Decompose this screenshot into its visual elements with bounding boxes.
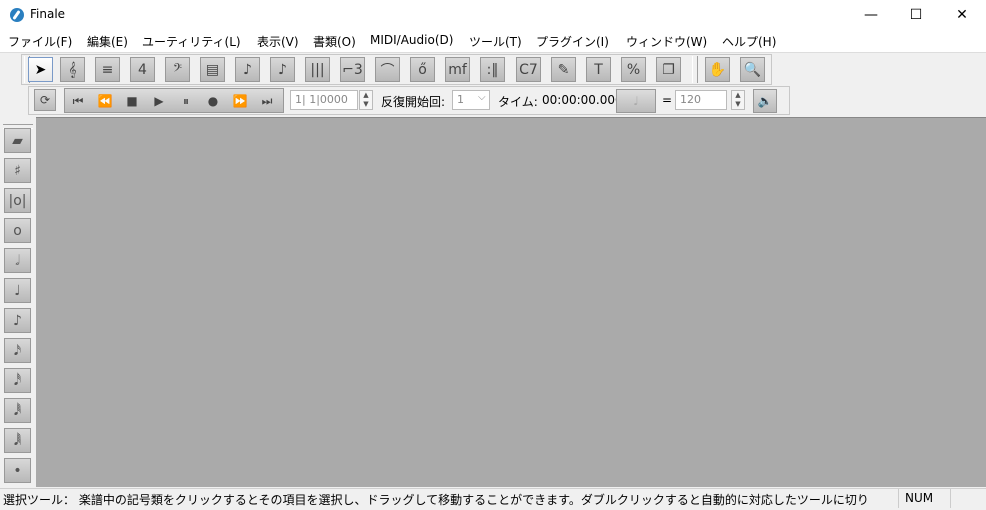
- time-signature-icon[interactable]: 4: [130, 57, 155, 82]
- eighth-note-icon[interactable]: ♪: [4, 308, 31, 333]
- time-value: 00:00:00.000: [542, 93, 623, 107]
- counter-spinner[interactable]: ▲ ▼: [359, 90, 373, 110]
- forward-end-icon[interactable]: ⏭: [255, 89, 279, 113]
- hyperscribe-icon[interactable]: |||: [305, 57, 330, 82]
- maximize-button[interactable]: ☐: [893, 0, 939, 30]
- whole-note-icon[interactable]: o: [4, 218, 31, 243]
- half-note-icon[interactable]: 𝅗𝅥: [4, 248, 31, 273]
- text-icon[interactable]: T: [586, 57, 611, 82]
- staff-icon[interactable]: ≡: [95, 57, 120, 82]
- toolbar-grip[interactable]: [692, 56, 698, 83]
- title-bar: [0, 0, 986, 30]
- rewind-icon[interactable]: ⏪: [93, 89, 117, 113]
- chevron-down-icon: ⌵: [478, 92, 486, 103]
- num-lock-indicator: NUM: [898, 489, 948, 508]
- window-title: Finale: [30, 7, 66, 21]
- menu-window[interactable]: ウィンドウ(W): [626, 33, 707, 50]
- repeat-start-label: 反復開始回:: [381, 95, 446, 109]
- rewind-start-icon[interactable]: ⏮: [66, 89, 90, 113]
- fast-forward-icon[interactable]: ⏩: [228, 89, 252, 113]
- breve-icon[interactable]: |o|: [4, 188, 31, 213]
- tuplet-icon[interactable]: ⌐3: [340, 57, 365, 82]
- eraser-icon[interactable]: ▰: [4, 128, 31, 153]
- loop-icon[interactable]: ⟳: [34, 89, 56, 111]
- tempo-field[interactable]: 120: [675, 90, 727, 110]
- smart-shape-icon[interactable]: ⌒: [375, 57, 400, 82]
- lyrics-icon[interactable]: ✎: [551, 57, 576, 82]
- expression-icon[interactable]: mf: [445, 57, 470, 82]
- zoom-icon[interactable]: 🔍: [740, 57, 765, 82]
- play-icon[interactable]: ▶: [147, 89, 171, 113]
- measure-counter-field[interactable]: 1| 1|0000: [290, 90, 358, 110]
- page-layout-icon[interactable]: ❐: [656, 57, 681, 82]
- time-label: タイム:: [498, 95, 538, 109]
- dot-icon[interactable]: •: [4, 458, 31, 483]
- treble-clef-icon[interactable]: 𝄞: [60, 57, 85, 82]
- sixty-fourth-note-icon[interactable]: 𝅘𝅥𝅱: [4, 398, 31, 423]
- hand-grabber-icon[interactable]: ✋: [705, 57, 730, 82]
- repeat-icon[interactable]: :‖: [480, 57, 505, 82]
- menu-file[interactable]: ファイル(F): [8, 33, 72, 50]
- bass-clef-icon[interactable]: 𝄢: [165, 57, 190, 82]
- pause-icon[interactable]: ⏸: [174, 89, 198, 113]
- menu-plugins[interactable]: プラグイン(I): [536, 33, 609, 50]
- record-icon[interactable]: ●: [201, 89, 225, 113]
- menu-tools[interactable]: ツール(T): [469, 33, 522, 50]
- equals-sign: =: [662, 93, 673, 107]
- menu-view[interactable]: 表示(V): [257, 33, 299, 50]
- sixteenth-note-icon[interactable]: 𝅘𝅥𝅯: [4, 338, 31, 363]
- mass-edit-icon[interactable]: %: [621, 57, 646, 82]
- thirty-second-note-icon[interactable]: 𝅘𝅥𝅰: [4, 368, 31, 393]
- menu-help[interactable]: ヘルプ(H): [722, 33, 776, 50]
- status-message: 選択ツール： 楽譜中の記号類をクリックするとその項目を選択し、ドラッグして移動す…: [3, 493, 869, 507]
- tempo-spinner[interactable]: ▲ ▼: [731, 90, 745, 110]
- resize-grip[interactable]: [950, 489, 981, 508]
- simple-entry-icon[interactable]: ♪: [235, 57, 260, 82]
- quarter-note-icon[interactable]: ♩: [4, 278, 31, 303]
- menu-midi-audio[interactable]: MIDI/Audio(D): [370, 33, 453, 47]
- document-area[interactable]: [36, 117, 986, 487]
- hundred-twenty-eighth-note-icon[interactable]: 𝅘𝅥𝅲: [4, 428, 31, 453]
- speedy-entry-icon[interactable]: ♪: [270, 57, 295, 82]
- articulation-icon[interactable]: ő: [410, 57, 435, 82]
- menu-document[interactable]: 書類(O): [313, 33, 356, 50]
- stop-icon[interactable]: ■: [120, 89, 144, 113]
- menu-bar: ファイル(F) 編集(E) ユーティリティ(L) 表示(V) 書類(O) MID…: [0, 30, 986, 53]
- selection-arrow-icon[interactable]: ➤: [28, 57, 53, 82]
- menu-edit[interactable]: 編集(E): [87, 33, 128, 50]
- menu-utilities[interactable]: ユーティリティ(L): [142, 33, 241, 50]
- measure-icon[interactable]: ▤: [200, 57, 225, 82]
- tempo-note-icon[interactable]: ♩: [616, 89, 656, 113]
- half-step-icon[interactable]: ♯: [4, 158, 31, 183]
- chord-icon[interactable]: C7: [516, 57, 541, 82]
- close-button[interactable]: ✕: [939, 0, 985, 30]
- minimize-button[interactable]: —: [848, 0, 894, 30]
- speaker-icon[interactable]: 🔈: [753, 89, 777, 113]
- finale-logo-icon: [10, 8, 24, 22]
